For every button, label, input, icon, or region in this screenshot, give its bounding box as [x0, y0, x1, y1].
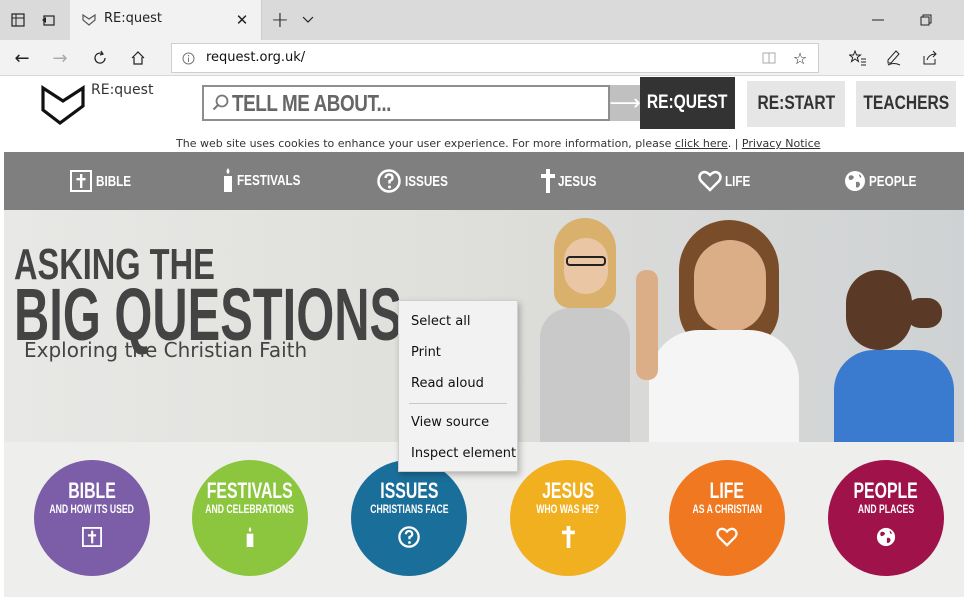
- circle-issues[interactable]: ISSUES CHRISTIANS FACE: [351, 460, 467, 576]
- search-box[interactable]: TELL ME ABOUT...: [202, 85, 610, 121]
- circle-festivals[interactable]: FESTIVALS AND CELEBRATIONS: [192, 460, 308, 576]
- chevron-down-icon[interactable]: [298, 10, 318, 30]
- privacy-notice-link[interactable]: Privacy Notice: [742, 137, 820, 150]
- circle-title-issues: ISSUES: [379, 478, 439, 503]
- circle-life[interactable]: LIFE AS A CHRISTIAN: [669, 460, 785, 576]
- nav-label-issues: ISSUES: [405, 172, 448, 190]
- web-note-icon[interactable]: [884, 48, 904, 68]
- home-icon[interactable]: [128, 48, 148, 68]
- favorite-star-icon[interactable]: ☆: [790, 48, 810, 68]
- tab-favicon-icon: [80, 11, 98, 29]
- nav-label-life: LIFE: [725, 172, 751, 190]
- circle-title-jesus: JESUS: [542, 478, 594, 503]
- restore-icon[interactable]: [914, 10, 938, 30]
- heart-icon: [698, 170, 722, 192]
- cookie-separator: . |: [727, 137, 742, 150]
- url-text: request.org.uk/: [206, 50, 306, 65]
- minimize-icon[interactable]: [866, 10, 890, 30]
- restart-button[interactable]: RE:START: [747, 81, 845, 127]
- refresh-icon[interactable]: [90, 48, 110, 68]
- reading-view-icon[interactable]: [760, 49, 778, 67]
- address-field[interactable]: request.org.uk/ ☆: [171, 43, 819, 73]
- browser-tab[interactable]: RE:quest ✕: [70, 0, 262, 40]
- teachers-button[interactable]: TEACHERS: [856, 81, 956, 127]
- request-logo-icon[interactable]: [40, 82, 86, 126]
- tab-title: RE:quest: [104, 11, 162, 26]
- nav-item-festivals[interactable]: FESTIVALS: [222, 168, 318, 192]
- cookie-notice: The web site uses cookies to enhance you…: [176, 137, 820, 150]
- favorites-hub-icon[interactable]: [848, 48, 868, 68]
- forward-icon[interactable]: →: [50, 48, 70, 69]
- circle-title-people: PEOPLE: [853, 478, 919, 503]
- menu-divider: [409, 403, 507, 404]
- set-aside-tabs-icon[interactable]: [38, 10, 58, 30]
- cross-icon: [557, 526, 579, 548]
- nav-item-jesus[interactable]: JESUS: [541, 169, 607, 193]
- circle-title-festivals: FESTIVALS: [207, 478, 293, 503]
- heart-icon: [716, 526, 738, 548]
- globe-icon: [875, 526, 897, 548]
- request-button[interactable]: RE:QUEST: [640, 77, 735, 129]
- circle-sub-issues: CHRISTIANS FACE: [369, 502, 449, 516]
- menu-item-read-aloud[interactable]: Read aloud: [411, 376, 484, 391]
- nav-label-jesus: JESUS: [558, 172, 597, 190]
- restart-button-label: RE:START: [757, 93, 835, 114]
- circle-sub-life: AS A CHRISTIAN: [692, 502, 762, 516]
- circle-people[interactable]: PEOPLE AND PLACES: [828, 460, 944, 576]
- circle-bible[interactable]: BIBLE AND HOW ITS USED: [34, 460, 150, 576]
- share-icon[interactable]: [920, 48, 940, 68]
- logo-text: RE:quest: [91, 82, 154, 98]
- circle-sub-people: AND PLACES: [857, 502, 915, 516]
- nav-item-life[interactable]: LIFE: [698, 170, 758, 192]
- nav-label-people: PEOPLE: [869, 172, 917, 190]
- circle-jesus[interactable]: JESUS WHO WAS HE?: [510, 460, 626, 576]
- globe-icon: [845, 171, 865, 191]
- tab-preview-icon[interactable]: [8, 10, 28, 30]
- hero-line-3: Exploring the Christian Faith: [24, 338, 308, 362]
- search-icon: [212, 94, 229, 111]
- nav-label-bible: BIBLE: [96, 172, 132, 190]
- circle-sub-jesus: WHO WAS HE?: [536, 502, 600, 516]
- circle-title-life: LIFE: [709, 478, 745, 503]
- info-icon[interactable]: [180, 50, 196, 66]
- teachers-button-label: TEACHERS: [863, 93, 949, 114]
- menu-item-view-source[interactable]: View source: [411, 415, 489, 430]
- request-button-label: RE:QUEST: [647, 92, 728, 113]
- context-menu: Select all Print Read aloud View source …: [398, 300, 518, 472]
- cross-icon: [541, 169, 555, 193]
- student-photo-2: [594, 210, 804, 442]
- nav-item-people[interactable]: PEOPLE: [844, 170, 930, 192]
- click-here-link[interactable]: click here: [675, 137, 728, 150]
- search-arrow-icon[interactable]: ⟶: [609, 85, 641, 121]
- bible-icon: [70, 170, 92, 192]
- menu-item-inspect-element[interactable]: Inspect element: [411, 446, 516, 461]
- back-icon[interactable]: ←: [12, 48, 32, 69]
- question-icon: [377, 169, 401, 193]
- nav-label-festivals: FESTIVALS: [237, 171, 301, 189]
- circle-sub-bible: AND HOW ITS USED: [49, 502, 135, 516]
- bible-icon: [81, 526, 103, 548]
- new-tab-icon[interactable]: +: [268, 8, 292, 33]
- menu-item-print[interactable]: Print: [411, 345, 441, 360]
- nav-item-bible[interactable]: BIBLE: [70, 170, 141, 192]
- close-tab-icon[interactable]: ✕: [234, 11, 250, 29]
- search-placeholder: TELL ME ABOUT...: [232, 89, 391, 116]
- question-icon: [398, 526, 420, 548]
- circle-sub-festivals: AND CELEBRATIONS: [205, 502, 295, 516]
- nav-item-issues[interactable]: ISSUES: [377, 169, 460, 193]
- category-nav: [4, 152, 964, 210]
- menu-item-select-all[interactable]: Select all: [411, 314, 470, 329]
- circle-title-bible: BIBLE: [68, 478, 116, 503]
- candle-icon: [224, 168, 232, 192]
- student-photo-3: [834, 270, 964, 442]
- candle-icon: [239, 526, 261, 548]
- cookie-text: The web site uses cookies to enhance you…: [176, 137, 675, 150]
